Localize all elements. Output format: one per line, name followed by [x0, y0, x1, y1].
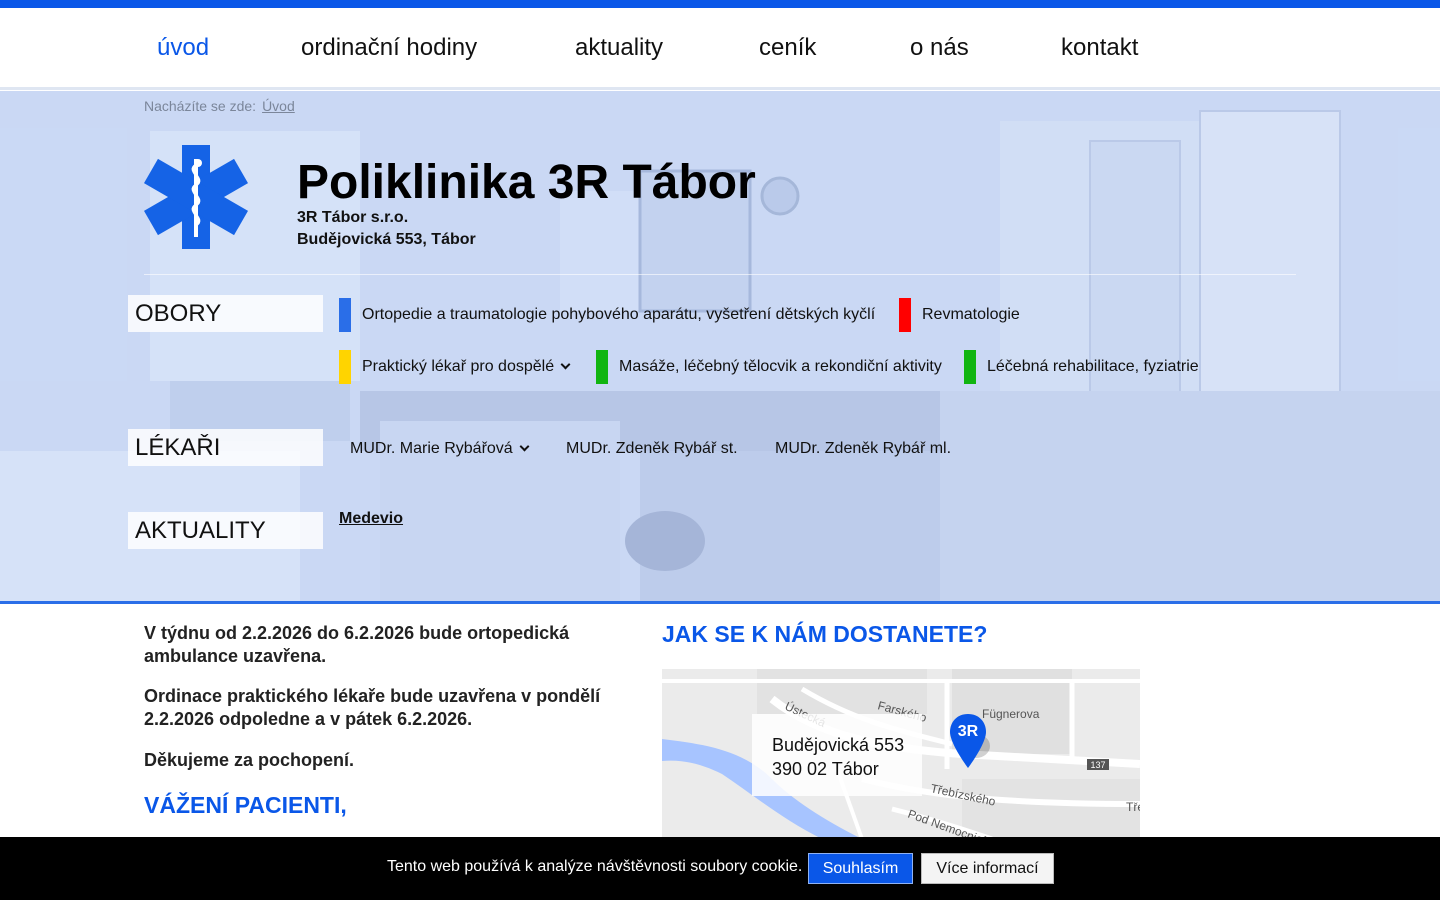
- top-accent-bar: [0, 0, 1440, 8]
- doctor-link-zdenek-rybar-st[interactable]: MUDr. Zdeněk Rybář st.: [566, 440, 738, 458]
- heading-jak-se-k-nam-dostanete: JAK SE K NÁM DOSTANETE?: [662, 621, 988, 647]
- map-marker-icon[interactable]: 3R: [948, 712, 990, 770]
- street-label: Tře: [1126, 800, 1140, 814]
- cookie-message: Tento web používá k analýze návštěvnosti…: [387, 858, 803, 875]
- cookie-accept-button[interactable]: Souhlasím: [808, 853, 913, 884]
- specialty-label: Praktický lékař pro dospělé: [362, 350, 571, 384]
- specialty-label: Masáže, léčebný tělocvik a rekondiční ak…: [619, 358, 942, 375]
- specialty-label: Ortopedie a traumatologie pohybového apa…: [362, 306, 876, 323]
- nav-item-o-nas[interactable]: o nás: [910, 8, 969, 90]
- nav-item-uvod[interactable]: úvod: [157, 8, 209, 90]
- nav-item-aktuality[interactable]: aktuality: [575, 8, 663, 90]
- specialty-color-swatch: [596, 350, 608, 384]
- map-address-line-1: Budějovická 553: [772, 735, 905, 755]
- nav-item-cenik[interactable]: ceník: [759, 8, 816, 90]
- doctor-link-zdenek-rybar-ml[interactable]: MUDr. Zdeněk Rybář ml.: [775, 440, 951, 458]
- street-label: Fügnerova: [982, 707, 1040, 721]
- notice-ortopedie: V týdnu od 2.2.2026 do 6.2.2026 bude ort…: [144, 623, 570, 666]
- main-nav: úvod ordinační hodiny aktuality ceník o …: [0, 8, 1440, 97]
- hero-bottom-border: [0, 601, 1440, 604]
- chevron-down-icon: [519, 441, 530, 452]
- star-of-life-logo[interactable]: [144, 145, 248, 249]
- specialty-color-swatch: [339, 298, 351, 332]
- notice-thanks: Děkujeme za pochopení.: [144, 750, 355, 770]
- header-divider: [144, 274, 1296, 275]
- cookie-more-info-button[interactable]: Více informací: [921, 853, 1054, 884]
- doctor-link-marie-rybarova[interactable]: MUDr. Marie Rybářová: [350, 440, 530, 458]
- section-label-obory: OBORY: [128, 295, 323, 332]
- site-title: Poliklinika 3R Tábor: [297, 156, 756, 209]
- nav-item-kontakt[interactable]: kontakt: [1061, 8, 1138, 90]
- map-address-line-2: 390 02 Tábor: [772, 759, 879, 779]
- heading-vazeni-pacienti: VÁŽENÍ PACIENTI,: [144, 792, 347, 818]
- news-link-medevio[interactable]: Medevio: [339, 510, 403, 528]
- chevron-down-icon: [560, 359, 571, 370]
- notice-prakticky-lekar: Ordinace praktického lékaře bude uzavřen…: [144, 686, 601, 729]
- nav-item-ordinacni-hodiny[interactable]: ordinační hodiny: [301, 8, 477, 90]
- map-marker-label: 3R: [958, 723, 979, 740]
- specialty-color-swatch: [899, 298, 911, 332]
- section-label-lekari: LÉKAŘI: [128, 429, 323, 466]
- section-label-aktuality: AKTUALITY: [128, 512, 323, 549]
- specialty-label: Léčebná rehabilitace, fyziatrie: [987, 358, 1199, 375]
- specialty-color-swatch: [964, 350, 976, 384]
- breadcrumb-label: Nacházíte se zde:: [144, 98, 257, 114]
- breadcrumb: Nacházíte se zde: Úvod: [144, 98, 295, 114]
- company-name: 3R Tábor s.r.o.: [297, 209, 409, 226]
- specialty-label: Revmatologie: [922, 306, 1020, 323]
- road-number-label: 137: [1090, 760, 1105, 770]
- breadcrumb-link-uvod[interactable]: Úvod: [262, 98, 295, 114]
- company-address: Budějovická 553, Tábor: [297, 231, 476, 248]
- specialty-color-swatch: [339, 350, 351, 384]
